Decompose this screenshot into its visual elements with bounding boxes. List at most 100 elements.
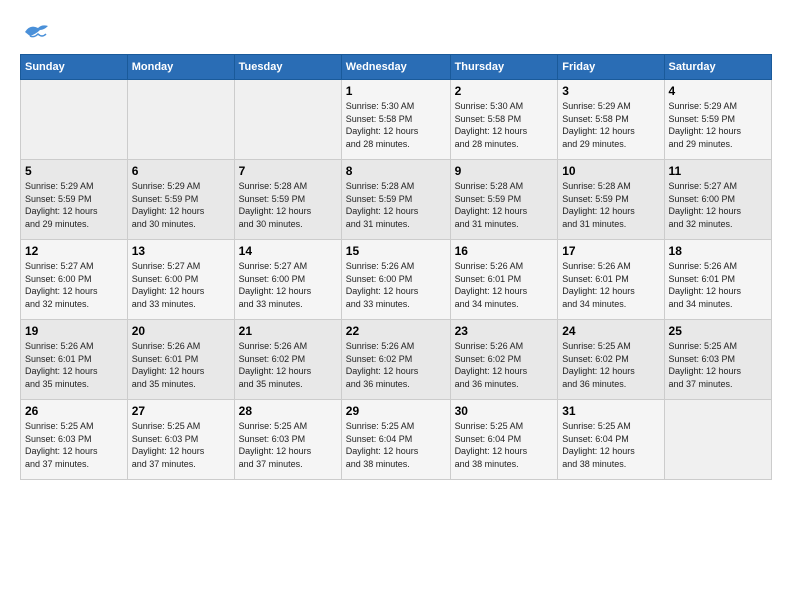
day-info: Sunrise: 5:27 AM Sunset: 6:00 PM Dayligh… <box>669 180 767 230</box>
calendar-cell: 23Sunrise: 5:26 AM Sunset: 6:02 PM Dayli… <box>450 320 558 400</box>
calendar-cell: 19Sunrise: 5:26 AM Sunset: 6:01 PM Dayli… <box>21 320 128 400</box>
week-row-2: 5 Sunrise: 5:29 AM Sunset: 5:59 PM Daylig… <box>21 160 772 240</box>
day-info: Sunrise: 5:30 AM Sunset: 5:58 PM Dayligh… <box>455 100 554 150</box>
calendar-cell: 22 Sunrise: 5:26 AM Sunset: 6:02 PM Dayli… <box>341 320 450 400</box>
logo-icon <box>20 20 50 44</box>
calendar-cell: 1 Sunrise: 5:30 AM Sunset: 5:58 PM Daylig… <box>341 80 450 160</box>
day-info: Sunrise: 5:29 AM Sunset: 5:59 PM Dayligh… <box>669 100 767 150</box>
day-number: 25 <box>669 324 767 338</box>
calendar-cell: 14 Sunrise: 5:27 AM Sunset: 6:00 PM Dayli… <box>234 240 341 320</box>
week-row-5: 26 Sunrise: 5:25 AM Sunset: 6:03 PM Dayli… <box>21 400 772 480</box>
day-number: 20 <box>132 324 230 338</box>
day-number: 17 <box>562 244 659 258</box>
day-number: 8 <box>346 164 446 178</box>
day-number: 30 <box>455 404 554 418</box>
day-number: 9 <box>455 164 554 178</box>
calendar-cell <box>664 400 771 480</box>
day-number: 27 <box>132 404 230 418</box>
calendar-cell: 20 Sunrise: 5:26 AM Sunset: 6:01 PM Dayli… <box>127 320 234 400</box>
day-info: Sunrise: 5:29 AM Sunset: 5:59 PM Dayligh… <box>132 180 230 230</box>
calendar-cell: 26 Sunrise: 5:25 AM Sunset: 6:03 PM Dayli… <box>21 400 128 480</box>
week-row-1: 1 Sunrise: 5:30 AM Sunset: 5:58 PM Daylig… <box>21 80 772 160</box>
day-number: 24 <box>562 324 659 338</box>
calendar-cell: 28 Sunrise: 5:25 AM Sunset: 6:03 PM Dayli… <box>234 400 341 480</box>
page-header <box>20 20 772 44</box>
day-number: 11 <box>669 164 767 178</box>
day-info: Sunrise: 5:28 AM Sunset: 5:59 PM Dayligh… <box>455 180 554 230</box>
day-info: Sunrise: 5:26 AM Sunset: 6:02 PM Dayligh… <box>346 340 446 390</box>
calendar-cell: 29 Sunrise: 5:25 AM Sunset: 6:04 PM Dayli… <box>341 400 450 480</box>
header-saturday: Saturday <box>664 55 771 80</box>
calendar-header: SundayMondayTuesdayWednesdayThursdayFrid… <box>21 55 772 80</box>
day-number: 1 <box>346 84 446 98</box>
calendar-cell <box>21 80 128 160</box>
calendar-cell: 8Sunrise: 5:28 AM Sunset: 5:59 PM Daylig… <box>341 160 450 240</box>
day-info: Sunrise: 5:25 AM Sunset: 6:04 PM Dayligh… <box>562 420 659 470</box>
day-number: 29 <box>346 404 446 418</box>
day-number: 19 <box>25 324 123 338</box>
day-number: 18 <box>669 244 767 258</box>
day-number: 5 <box>25 164 123 178</box>
header-row: SundayMondayTuesdayWednesdayThursdayFrid… <box>21 55 772 80</box>
day-number: 2 <box>455 84 554 98</box>
day-info: Sunrise: 5:26 AM Sunset: 6:00 PM Dayligh… <box>346 260 446 310</box>
day-number: 23 <box>455 324 554 338</box>
header-sunday: Sunday <box>21 55 128 80</box>
day-number: 21 <box>239 324 337 338</box>
day-info: Sunrise: 5:28 AM Sunset: 5:59 PM Dayligh… <box>239 180 337 230</box>
calendar-cell: 17 Sunrise: 5:26 AM Sunset: 6:01 PM Dayli… <box>558 240 664 320</box>
day-number: 6 <box>132 164 230 178</box>
day-info: Sunrise: 5:27 AM Sunset: 6:00 PM Dayligh… <box>25 260 123 310</box>
day-number: 15 <box>346 244 446 258</box>
header-wednesday: Wednesday <box>341 55 450 80</box>
calendar-cell <box>234 80 341 160</box>
day-info: Sunrise: 5:26 AM Sunset: 6:01 PM Dayligh… <box>562 260 659 310</box>
day-number: 26 <box>25 404 123 418</box>
calendar-cell: 16 Sunrise: 5:26 AM Sunset: 6:01 PM Dayli… <box>450 240 558 320</box>
week-row-4: 19 Sunrise: 5:26 AM Sunset: 6:01 PM Dayli… <box>21 320 772 400</box>
day-number: 31 <box>562 404 659 418</box>
calendar-cell: 7 Sunrise: 5:28 AM Sunset: 5:59 PM Daylig… <box>234 160 341 240</box>
calendar-cell: 10 Sunrise: 5:28 AM Sunset: 5:59 PM Dayli… <box>558 160 664 240</box>
week-row-3: 12Sunrise: 5:27 AM Sunset: 6:00 PM Dayli… <box>21 240 772 320</box>
day-info: Sunrise: 5:25 AM Sunset: 6:04 PM Dayligh… <box>455 420 554 470</box>
day-info: Sunrise: 5:26 AM Sunset: 6:01 PM Dayligh… <box>669 260 767 310</box>
day-info: Sunrise: 5:25 AM Sunset: 6:03 PM Dayligh… <box>25 420 123 470</box>
day-number: 14 <box>239 244 337 258</box>
calendar-cell: 6 Sunrise: 5:29 AM Sunset: 5:59 PM Daylig… <box>127 160 234 240</box>
day-number: 28 <box>239 404 337 418</box>
day-info: Sunrise: 5:30 AM Sunset: 5:58 PM Dayligh… <box>346 100 446 150</box>
calendar-cell: 4 Sunrise: 5:29 AM Sunset: 5:59 PM Daylig… <box>664 80 771 160</box>
calendar-cell: 25Sunrise: 5:25 AM Sunset: 6:03 PM Dayli… <box>664 320 771 400</box>
calendar-cell: 13 Sunrise: 5:27 AM Sunset: 6:00 PM Dayli… <box>127 240 234 320</box>
day-info: Sunrise: 5:26 AM Sunset: 6:01 PM Dayligh… <box>132 340 230 390</box>
calendar-cell: 15 Sunrise: 5:26 AM Sunset: 6:00 PM Dayli… <box>341 240 450 320</box>
day-number: 16 <box>455 244 554 258</box>
calendar-cell: 27 Sunrise: 5:25 AM Sunset: 6:03 PM Dayli… <box>127 400 234 480</box>
day-number: 3 <box>562 84 659 98</box>
day-info: Sunrise: 5:26 AM Sunset: 6:01 PM Dayligh… <box>455 260 554 310</box>
day-number: 13 <box>132 244 230 258</box>
calendar-body: 1 Sunrise: 5:30 AM Sunset: 5:58 PM Daylig… <box>21 80 772 480</box>
header-friday: Friday <box>558 55 664 80</box>
day-info: Sunrise: 5:25 AM Sunset: 6:02 PM Dayligh… <box>562 340 659 390</box>
day-info: Sunrise: 5:25 AM Sunset: 6:03 PM Dayligh… <box>239 420 337 470</box>
day-info: Sunrise: 5:27 AM Sunset: 6:00 PM Dayligh… <box>132 260 230 310</box>
calendar-cell: 2 Sunrise: 5:30 AM Sunset: 5:58 PM Daylig… <box>450 80 558 160</box>
day-info: Sunrise: 5:28 AM Sunset: 5:59 PM Dayligh… <box>562 180 659 230</box>
calendar-cell: 24 Sunrise: 5:25 AM Sunset: 6:02 PM Dayli… <box>558 320 664 400</box>
day-info: Sunrise: 5:25 AM Sunset: 6:04 PM Dayligh… <box>346 420 446 470</box>
header-tuesday: Tuesday <box>234 55 341 80</box>
calendar-cell: 3Sunrise: 5:29 AM Sunset: 5:58 PM Daylig… <box>558 80 664 160</box>
day-number: 4 <box>669 84 767 98</box>
day-info: Sunrise: 5:27 AM Sunset: 6:00 PM Dayligh… <box>239 260 337 310</box>
day-info: Sunrise: 5:25 AM Sunset: 6:03 PM Dayligh… <box>132 420 230 470</box>
logo <box>20 20 54 44</box>
day-info: Sunrise: 5:29 AM Sunset: 5:59 PM Dayligh… <box>25 180 123 230</box>
day-number: 10 <box>562 164 659 178</box>
header-thursday: Thursday <box>450 55 558 80</box>
day-number: 22 <box>346 324 446 338</box>
calendar-table: SundayMondayTuesdayWednesdayThursdayFrid… <box>20 54 772 480</box>
calendar-cell: 12Sunrise: 5:27 AM Sunset: 6:00 PM Dayli… <box>21 240 128 320</box>
day-number: 7 <box>239 164 337 178</box>
